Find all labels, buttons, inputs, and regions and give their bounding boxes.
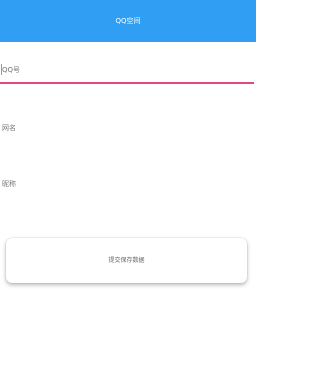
nickname-label: 网名 [2, 124, 16, 132]
submit-button-label: 提交保存数据 [108, 257, 145, 264]
alias-label: 昵称 [2, 180, 16, 188]
app-title: QQ空间 [115, 17, 141, 25]
qq-number-field[interactable]: QQ号 [0, 62, 256, 86]
qq-number-label: QQ号 [2, 66, 21, 74]
alias-field[interactable]: 昵称 [0, 176, 256, 194]
app-bar: QQ空间 [0, 0, 256, 42]
active-underline [0, 82, 254, 84]
nickname-field[interactable]: 网名 [0, 120, 256, 138]
submit-button[interactable]: 提交保存数据 [6, 238, 247, 283]
